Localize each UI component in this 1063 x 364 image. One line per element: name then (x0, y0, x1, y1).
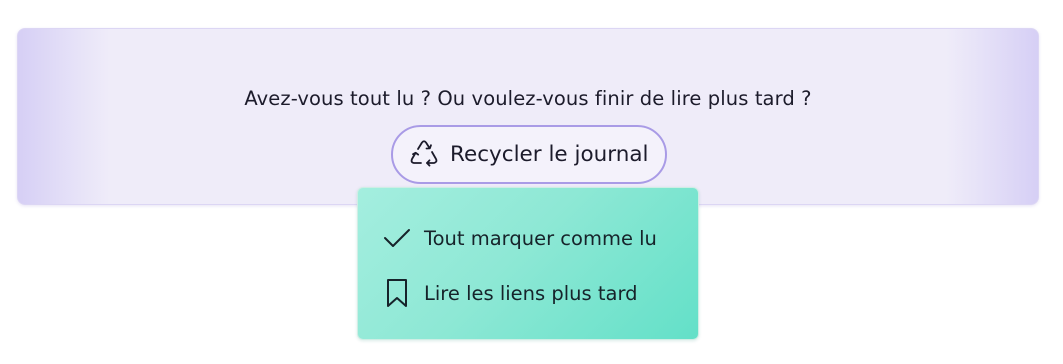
menu-item-read-later[interactable]: Lire les liens plus tard (358, 270, 698, 316)
menu-item-mark-all-read[interactable]: Tout marquer comme lu (358, 215, 698, 261)
banner-question: Avez-vous tout lu ? Ou voulez-vous finir… (244, 87, 812, 110)
recycle-journal-button[interactable]: Recycler le journal (391, 125, 667, 184)
recycle-options-menu: Tout marquer comme lu Lire les liens plu… (357, 187, 699, 340)
recycle-icon (407, 138, 441, 172)
checkmark-icon (382, 222, 414, 254)
menu-item-label: Lire les liens plus tard (424, 281, 638, 305)
menu-item-label: Tout marquer comme lu (424, 226, 657, 250)
recycle-banner: Avez-vous tout lu ? Ou voulez-vous finir… (17, 28, 1039, 205)
recycle-journal-label: Recycler le journal (450, 142, 649, 167)
page: Avez-vous tout lu ? Ou voulez-vous finir… (0, 0, 1063, 364)
bookmark-icon (382, 277, 414, 309)
